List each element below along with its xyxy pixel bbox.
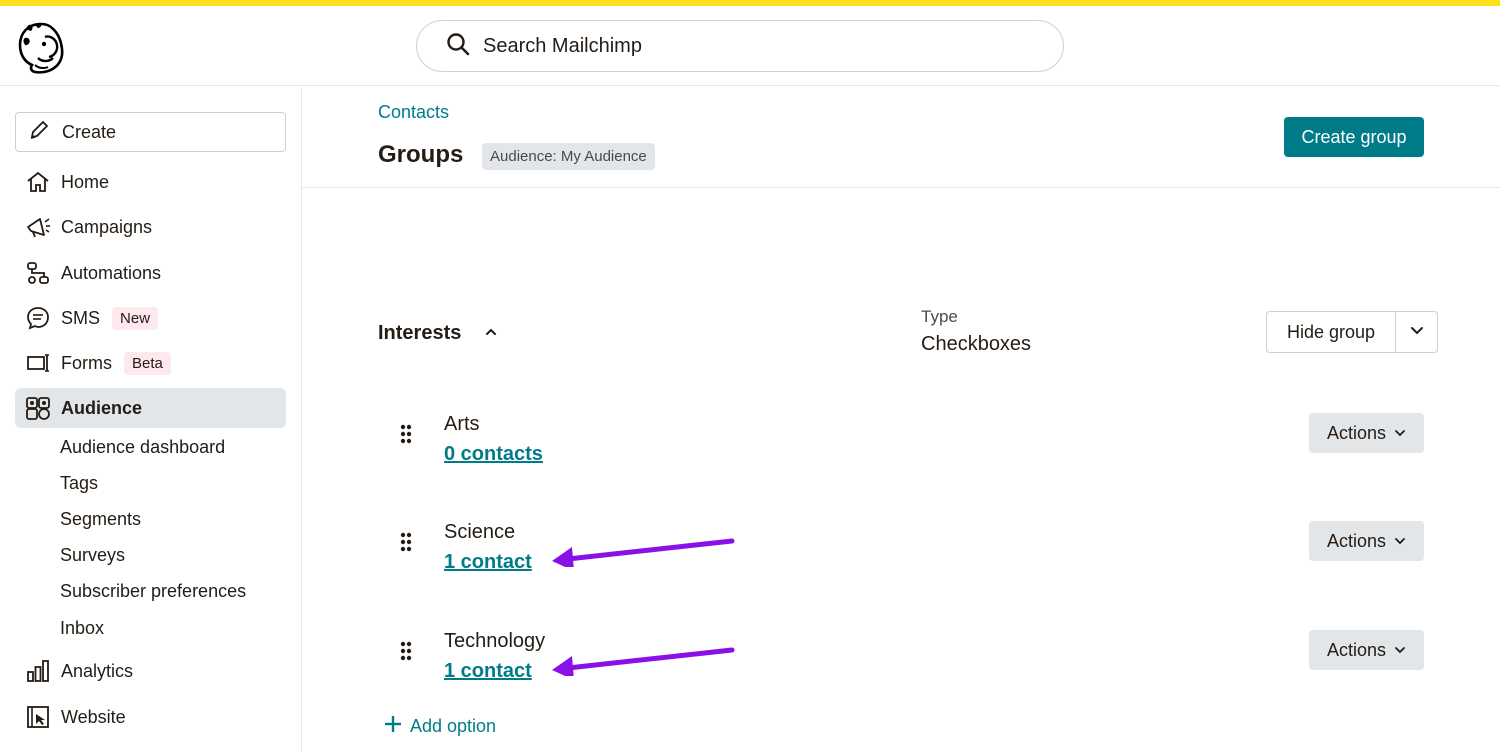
option-row-arts: Arts 0 contacts Actions [302,413,1500,483]
hide-group-split-button: Hide group [1266,311,1438,353]
option-name: Arts [444,413,480,435]
option-contacts-link[interactable]: 0 contacts [444,443,543,466]
home-icon [24,168,52,196]
actions-label: Actions [1326,530,1387,551]
bar-chart-icon [24,657,52,685]
create-group-button[interactable]: Create group [1284,117,1424,157]
audience-icon [24,394,52,422]
sidebar-item-label: Website [61,706,126,727]
sidebar-item-automations[interactable]: Automations [15,253,286,293]
drag-handle-icon[interactable] [399,640,413,662]
add-option-button[interactable]: Add option [384,715,496,738]
option-name: Science [444,521,516,543]
create-label: Create [62,121,117,142]
option-row-technology: Technology 1 contact Actions [302,630,1500,700]
search-bar[interactable] [416,20,1064,72]
breadcrumb-contacts[interactable]: Contacts [378,102,449,123]
pencil-icon [28,119,62,146]
sidebar-item-analytics[interactable]: Analytics [15,651,286,691]
actions-label: Actions [1326,639,1387,660]
sub-item-inbox[interactable]: Inbox [60,618,104,639]
top-bar [0,6,1500,86]
sidebar-item-audience[interactable]: Audience [15,388,286,428]
hide-group-dropdown[interactable] [1396,312,1437,352]
plus-icon [384,715,410,738]
option-contacts-link[interactable]: 1 contact [444,551,532,574]
chevron-down-icon [1386,640,1406,661]
sidebar-item-label: Campaigns [61,216,153,237]
option-name: Technology [444,630,546,652]
audience-badge: Audience: My Audience [482,143,655,170]
add-option-label: Add option [410,716,497,736]
chevron-down-icon [1386,423,1406,444]
sidebar-item-home[interactable]: Home [15,162,286,202]
sub-item-surveys[interactable]: Surveys [60,545,125,566]
chat-icon [24,304,52,332]
page-header: Contacts Groups Audience: My Audience Cr… [302,87,1500,188]
new-badge: New [112,306,159,330]
option-row-science: Science 1 contact Actions [302,521,1500,591]
sidebar: Create Home Campaigns Automations SMS Ne… [0,87,302,751]
sidebar-item-label: Forms [61,352,112,373]
mailchimp-logo[interactable] [14,18,68,76]
annotation-arrow-icon [550,527,735,571]
chevron-down-icon [1386,531,1406,552]
megaphone-icon [24,213,52,241]
drag-handle-icon[interactable] [399,423,413,445]
sidebar-item-label: Home [61,171,110,192]
sidebar-item-label: Automations [61,262,162,283]
beta-badge: Beta [124,351,171,375]
type-value: Checkboxes [921,333,1032,355]
type-label: Type [921,307,958,326]
sub-item-subscriber-preferences[interactable]: Subscriber preferences [60,581,246,602]
chevron-up-icon[interactable] [484,325,498,339]
hide-group-button[interactable]: Hide group [1267,312,1396,352]
actions-button[interactable]: Actions [1309,413,1424,453]
search-input[interactable] [483,34,1003,58]
create-button[interactable]: Create [15,112,286,152]
actions-button[interactable]: Actions [1309,630,1424,670]
drag-handle-icon[interactable] [399,531,413,553]
form-icon [24,349,52,377]
sub-item-tags[interactable]: Tags [60,473,98,494]
sub-item-segments[interactable]: Segments [60,509,141,530]
automation-icon [24,259,52,287]
actions-button[interactable]: Actions [1309,521,1424,561]
sidebar-item-label: Analytics [61,660,134,681]
sidebar-item-campaigns[interactable]: Campaigns [15,207,286,247]
page-title: Groups [378,141,464,168]
chevron-down-icon [1410,323,1424,342]
main-content: Contacts Groups Audience: My Audience Cr… [302,87,1500,751]
annotation-arrow-icon [550,636,735,680]
sidebar-item-website[interactable]: Website [15,697,286,737]
website-icon [24,703,52,731]
sidebar-item-label: Audience [61,397,143,418]
actions-label: Actions [1326,422,1387,443]
option-contacts-link[interactable]: 1 contact [444,660,532,683]
sidebar-item-sms[interactable]: SMS New [15,298,286,338]
search-icon [445,31,471,62]
sidebar-item-label: SMS [61,307,101,328]
sidebar-item-forms[interactable]: Forms Beta [15,343,286,383]
group-name: Interests [378,322,462,344]
sub-item-audience-dashboard[interactable]: Audience dashboard [60,437,225,458]
